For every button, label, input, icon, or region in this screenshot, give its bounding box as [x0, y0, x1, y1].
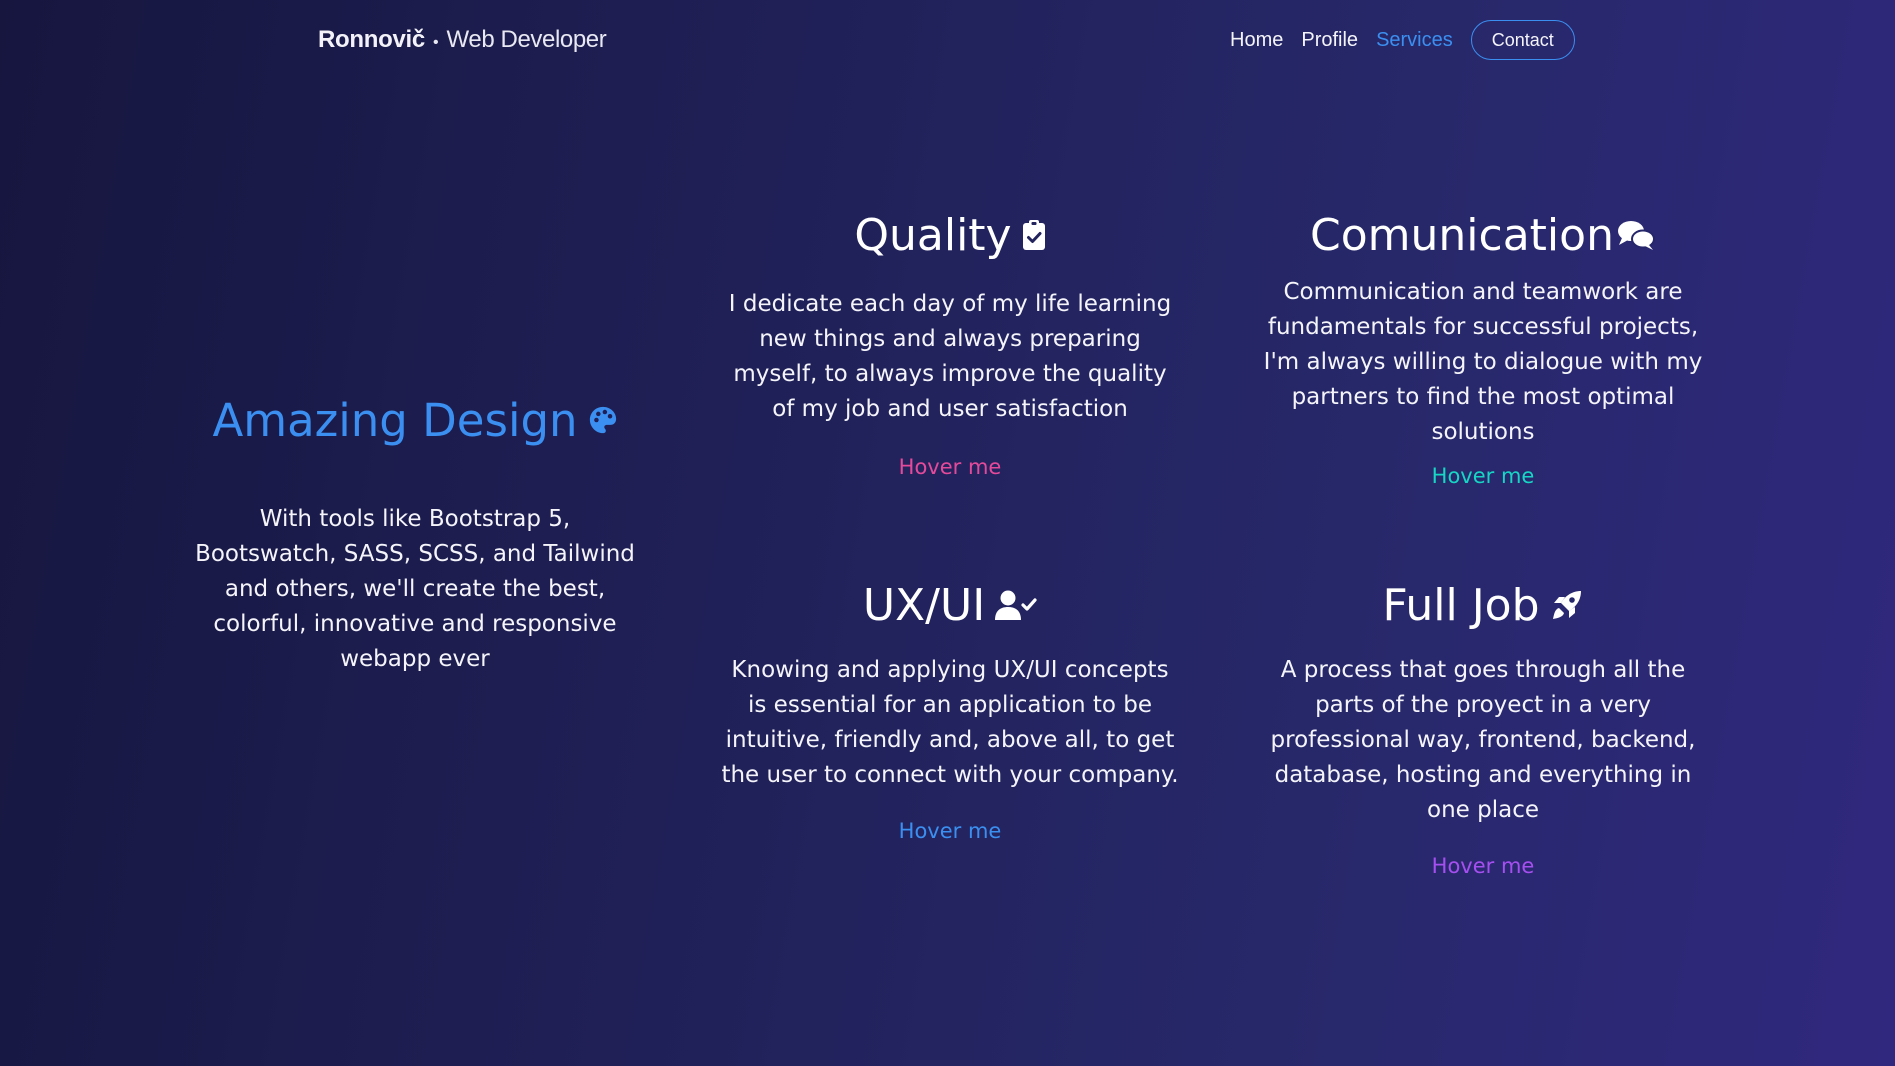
contact-button[interactable]: Contact [1470, 20, 1575, 60]
hover-link[interactable]: Hover me [899, 455, 1002, 479]
brand[interactable]: Ronnovič • Web Developer [318, 26, 607, 54]
nav-profile[interactable]: Profile [1301, 29, 1358, 52]
hover-link[interactable]: Hover me [1432, 854, 1535, 878]
service-title: Quality [720, 205, 1180, 265]
service-title: Comunication [1252, 205, 1714, 265]
service-description: I dedicate each day of my life learning … [728, 291, 1172, 422]
service-title: UX/UI [720, 575, 1180, 635]
service-amazing-design: Amazing Design With tools like Bootstrap… [190, 390, 640, 677]
brand-role: Web Developer [446, 26, 607, 53]
palette-icon [588, 405, 618, 435]
service-title: Full Job [1252, 575, 1714, 635]
service-title-text: Comunication [1310, 209, 1614, 261]
clipboard-check-icon [1022, 219, 1046, 251]
service-uxui: UX/UI Knowing and applying UX/UI concept… [720, 575, 1180, 844]
user-check-icon [995, 589, 1037, 621]
service-description: Communication and teamwork are fundament… [1263, 279, 1703, 445]
nav-home[interactable]: Home [1230, 29, 1283, 52]
service-title-text: Quality [854, 209, 1012, 261]
brand-separator: • [432, 34, 439, 51]
service-title-text: Full Job [1382, 579, 1540, 631]
service-title-text: Amazing Design [212, 393, 578, 447]
service-description: A process that goes through all the part… [1270, 657, 1696, 823]
hover-link[interactable]: Hover me [899, 819, 1002, 843]
service-description: Knowing and applying UX/UI concepts is e… [721, 657, 1179, 788]
comments-icon [1616, 219, 1656, 251]
service-quality: Quality I dedicate each day of my life l… [720, 205, 1180, 480]
service-description: With tools like Bootstrap 5, Bootswatch,… [195, 506, 635, 672]
hover-link[interactable]: Hover me [1432, 464, 1535, 488]
nav-services[interactable]: Services [1376, 29, 1453, 52]
rocket-icon [1550, 588, 1584, 622]
main-nav: Home Profile Services Contact [1230, 20, 1575, 60]
service-title: Amazing Design [190, 390, 640, 450]
service-full-job: Full Job A process that goes through all… [1252, 575, 1714, 879]
service-title-text: UX/UI [862, 579, 986, 631]
service-communication: Comunication Communication and teamwork … [1252, 205, 1714, 489]
brand-name: Ronnovič [318, 26, 425, 53]
